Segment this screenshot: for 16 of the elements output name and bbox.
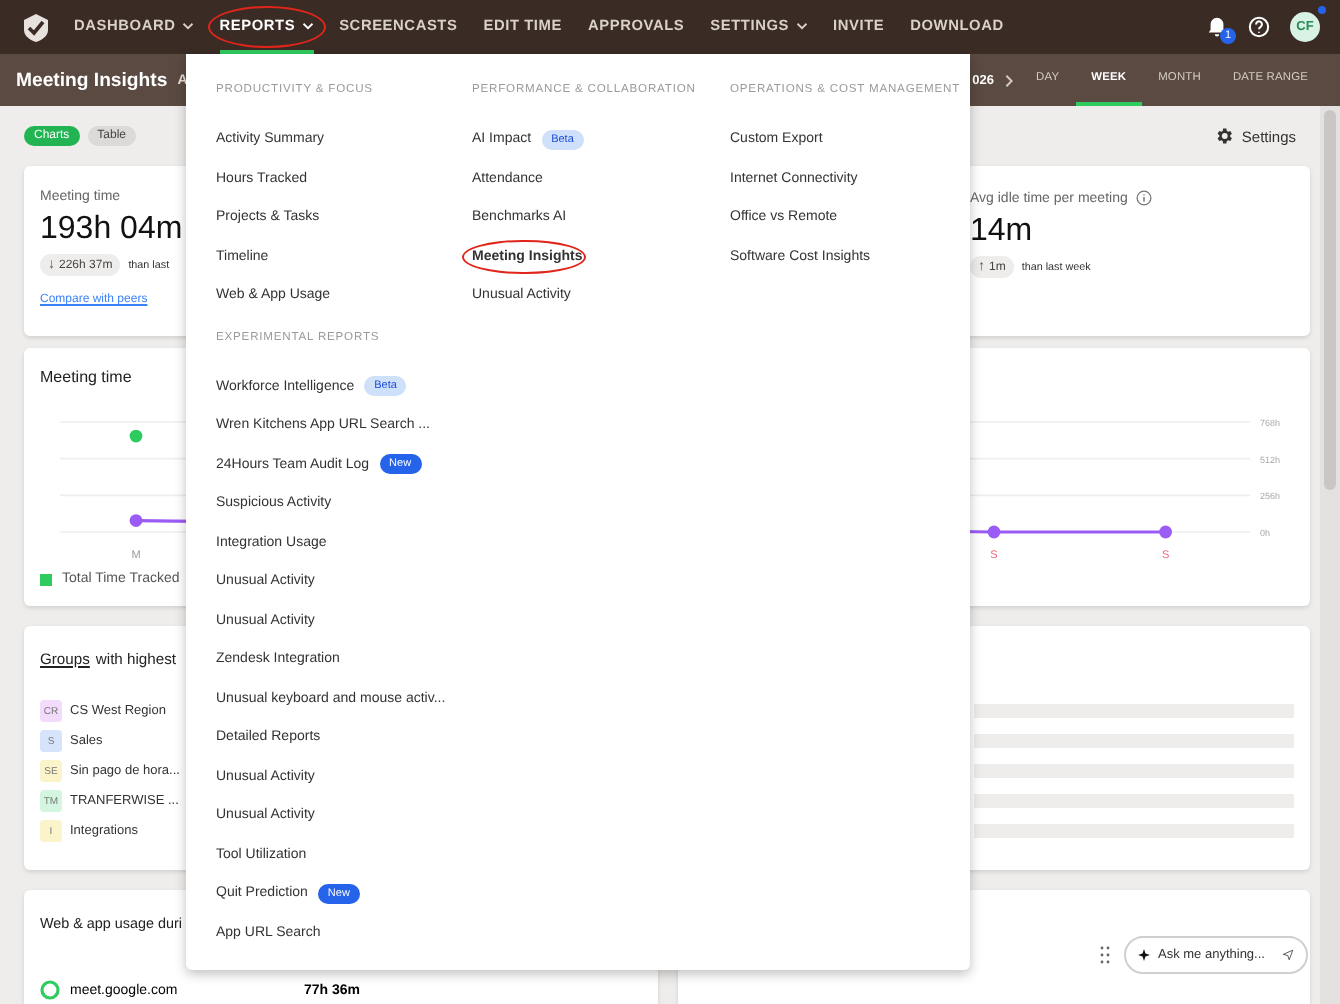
- ring-icon: [40, 980, 60, 1000]
- logo-icon: [20, 11, 52, 43]
- chart-title: Meeting time: [40, 368, 132, 386]
- drag-handle-icon[interactable]: [1100, 946, 1110, 964]
- bell-icon[interactable]: [1206, 16, 1228, 38]
- help-icon[interactable]: [1248, 16, 1270, 38]
- page-title: Meeting Insights: [16, 69, 168, 91]
- send-icon[interactable]: [1282, 948, 1294, 962]
- scrollbar-thumb[interactable]: [1324, 110, 1336, 490]
- stat-value: 14m: [970, 214, 1033, 250]
- chevron-right-icon[interactable]: [1004, 73, 1015, 87]
- info-icon[interactable]: [1135, 190, 1152, 206]
- stat-value: 193h 04m: [40, 212, 183, 248]
- sparkle-icon: [1138, 948, 1150, 962]
- legend-swatch: [40, 573, 52, 585]
- gear-icon: [1213, 126, 1234, 146]
